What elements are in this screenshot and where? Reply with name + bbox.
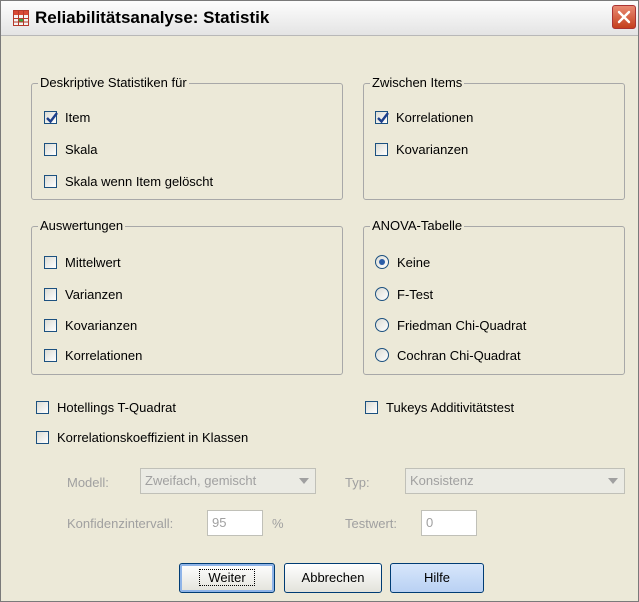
checkbox-summary-covariances[interactable]: Kovarianzen bbox=[44, 314, 137, 336]
type-select[interactable]: Konsistenz bbox=[405, 468, 625, 494]
radio-label: Friedman Chi-Quadrat bbox=[397, 317, 527, 333]
radio-cochran[interactable]: Cochran Chi-Quadrat bbox=[375, 344, 521, 366]
title-bar[interactable]: Reliabilitätsanalyse: Statistik bbox=[1, 1, 638, 36]
radio-label: Keine bbox=[397, 254, 431, 270]
checkbox-label: Hotellings T-Quadrat bbox=[57, 399, 176, 415]
checkbox-box[interactable] bbox=[365, 400, 378, 414]
checkbox-label: Korrelationen bbox=[65, 347, 143, 363]
checkbox-box[interactable] bbox=[36, 400, 49, 414]
test-value-input[interactable]: 0 bbox=[421, 510, 477, 536]
cancel-button-label: Abbrechen bbox=[301, 570, 365, 585]
radio-f-test[interactable]: F-Test bbox=[375, 283, 433, 305]
radio-circle[interactable] bbox=[375, 255, 389, 269]
checkmark-icon bbox=[377, 111, 389, 123]
model-select-value: Zweifach, gemischt bbox=[145, 473, 257, 488]
checkbox-means[interactable]: Mittelwert bbox=[44, 251, 121, 273]
anova-legend: ANOVA-Tabelle bbox=[372, 218, 463, 233]
radio-circle[interactable] bbox=[375, 348, 389, 362]
model-select[interactable]: Zweifach, gemischt bbox=[140, 468, 316, 494]
checkbox-label: Korrelationen bbox=[396, 109, 474, 125]
type-select-value: Konsistenz bbox=[410, 473, 474, 488]
ci-label: Konfidenzintervall: bbox=[67, 516, 174, 531]
summaries-legend: Auswertungen bbox=[40, 218, 124, 233]
help-button-label: Hilfe bbox=[423, 570, 450, 585]
checkbox-label: Korrelationskoeffizient in Klassen bbox=[57, 429, 249, 445]
window-title: Reliabilitätsanalyse: Statistik bbox=[35, 8, 270, 27]
radio-friedman[interactable]: Friedman Chi-Quadrat bbox=[375, 314, 526, 336]
checkbox-label: Item bbox=[65, 109, 91, 125]
radio-label: F-Test bbox=[397, 286, 434, 302]
dialog-window: Reliabilitätsanalyse: Statistik Deskript… bbox=[0, 0, 639, 602]
test-value-label: Testwert: bbox=[345, 516, 398, 531]
radio-none[interactable]: Keine bbox=[375, 251, 430, 273]
checkbox-box[interactable] bbox=[44, 287, 57, 301]
checkbox-box[interactable] bbox=[375, 142, 388, 156]
radio-selected-dot bbox=[379, 259, 385, 265]
checkbox-label: Varianzen bbox=[65, 286, 123, 302]
checkbox-box[interactable] bbox=[44, 255, 57, 269]
checkbox-inter-item-covariances[interactable]: Kovarianzen bbox=[375, 138, 468, 160]
checkbox-label: Mittelwert bbox=[65, 254, 121, 270]
checkbox-label: Kovarianzen bbox=[65, 317, 138, 333]
between-items-legend: Zwischen Items bbox=[372, 75, 463, 90]
close-icon bbox=[617, 10, 631, 24]
cancel-button[interactable]: Abbrechen bbox=[284, 563, 382, 593]
checkbox-box[interactable] bbox=[44, 348, 57, 362]
model-label: Modell: bbox=[67, 475, 109, 490]
table-app-icon bbox=[13, 10, 29, 26]
checkbox-box[interactable] bbox=[44, 318, 57, 332]
checkbox-box[interactable] bbox=[36, 430, 49, 444]
checkbox-tukey[interactable]: Tukeys Additivitätstest bbox=[365, 396, 514, 418]
checkbox-scale-if-item-deleted[interactable]: Skala wenn Item gelöscht bbox=[44, 170, 213, 192]
checkbox-label: Skala bbox=[65, 141, 98, 157]
checkbox-label: Kovarianzen bbox=[396, 141, 469, 157]
checkbox-intraclass-correlation[interactable]: Korrelationskoeffizient in Klassen bbox=[36, 426, 248, 448]
dropdown-arrow-icon bbox=[608, 478, 618, 484]
checkbox-hotelling[interactable]: Hotellings T-Quadrat bbox=[36, 396, 176, 418]
checkbox-label: Skala wenn Item gelöscht bbox=[65, 173, 214, 189]
checkbox-box[interactable] bbox=[375, 110, 389, 124]
help-button[interactable]: Hilfe bbox=[390, 563, 484, 593]
checkbox-variances[interactable]: Varianzen bbox=[44, 283, 123, 305]
checkbox-box[interactable] bbox=[44, 110, 58, 124]
type-label: Typ: bbox=[345, 475, 370, 490]
continue-button-label: Weiter bbox=[199, 569, 255, 586]
continue-button[interactable]: Weiter bbox=[179, 563, 275, 593]
radio-circle[interactable] bbox=[375, 318, 389, 332]
checkbox-item[interactable]: Item bbox=[44, 106, 90, 128]
radio-label: Cochran Chi-Quadrat bbox=[397, 347, 521, 363]
checkbox-inter-item-correlations[interactable]: Korrelationen bbox=[375, 106, 473, 128]
dropdown-arrow-icon bbox=[299, 478, 309, 484]
ci-input[interactable]: 95 bbox=[207, 510, 263, 536]
ci-unit: % bbox=[272, 516, 284, 531]
checkbox-scale[interactable]: Skala bbox=[44, 138, 98, 160]
checkmark-icon bbox=[46, 111, 58, 123]
radio-circle[interactable] bbox=[375, 287, 389, 301]
checkbox-box[interactable] bbox=[44, 174, 57, 188]
close-button[interactable] bbox=[612, 5, 636, 29]
descriptive-legend: Deskriptive Statistiken für bbox=[40, 75, 187, 90]
checkbox-label: Tukeys Additivitätstest bbox=[386, 399, 515, 415]
checkbox-summary-correlations[interactable]: Korrelationen bbox=[44, 344, 142, 366]
checkbox-box[interactable] bbox=[44, 142, 57, 156]
